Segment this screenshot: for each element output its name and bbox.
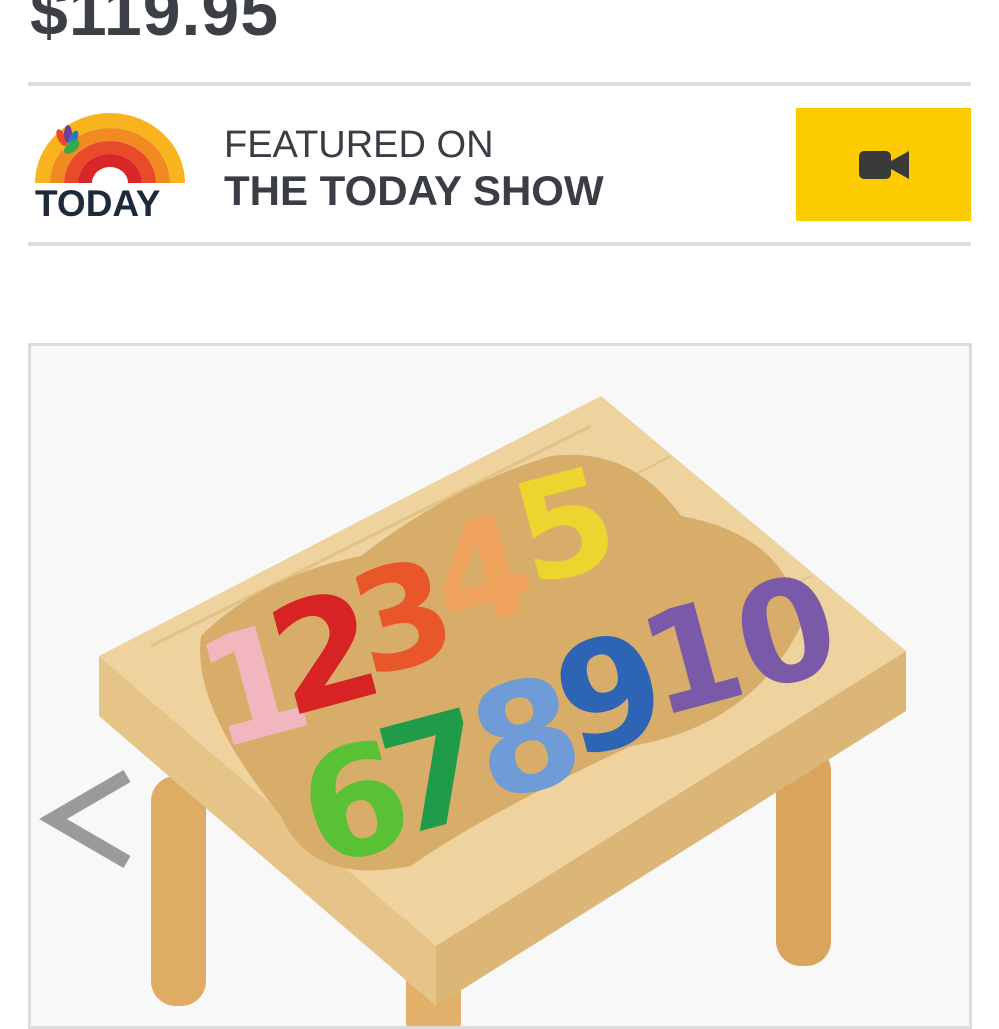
watch-video-button[interactable] xyxy=(796,108,971,221)
previous-image-button[interactable] xyxy=(39,764,139,874)
today-show-logo: TODAY xyxy=(30,108,190,226)
divider-bottom xyxy=(28,242,971,246)
product-price: $119.95 xyxy=(30,0,280,50)
product-image-gallery[interactable]: 1 2 3 4 5 6 7 8 9 10 xyxy=(28,343,972,1029)
chevron-left-icon xyxy=(39,769,131,869)
rainbow-icon xyxy=(35,113,185,183)
video-camera-icon xyxy=(859,151,909,179)
today-show-title: THE TODAY SHOW xyxy=(224,167,604,214)
today-logo-text: TODAY xyxy=(35,183,161,224)
featured-on-label: FEATURED ON xyxy=(224,124,494,166)
product-image: 1 2 3 4 5 6 7 8 9 10 xyxy=(31,346,969,1026)
divider-top xyxy=(28,82,971,86)
